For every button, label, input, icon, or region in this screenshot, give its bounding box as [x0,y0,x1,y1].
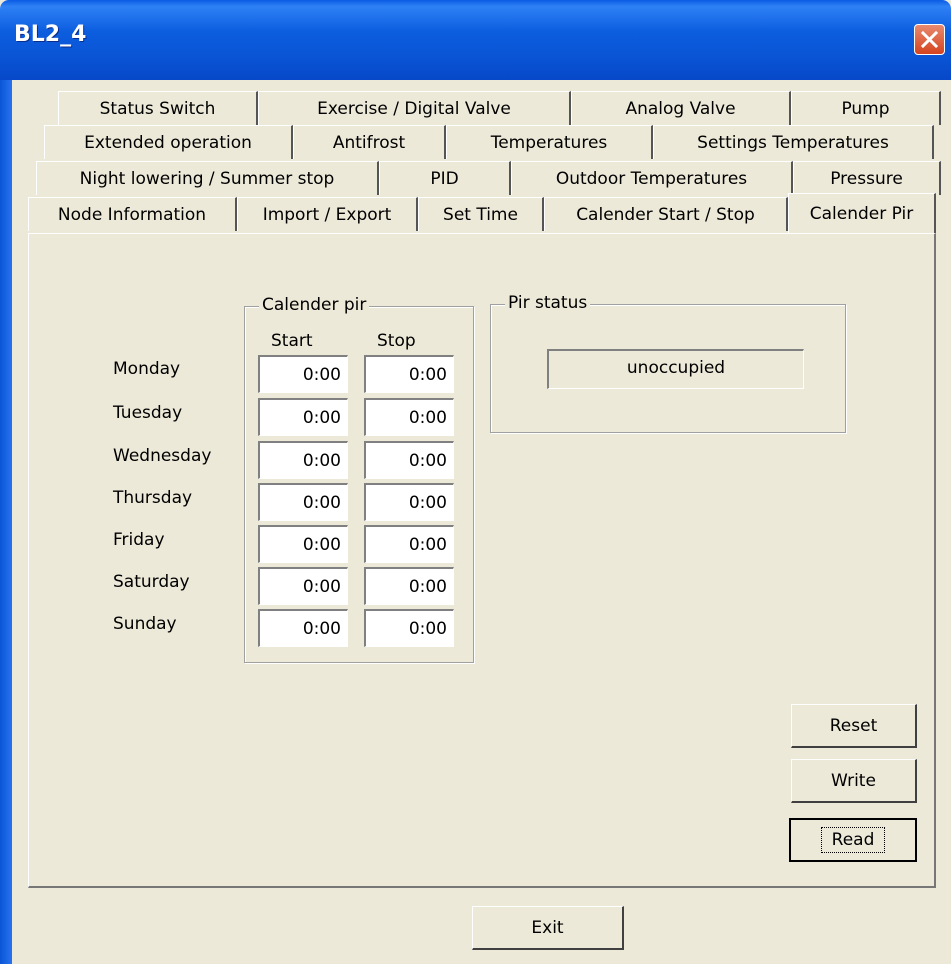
tab-label: Calender Start / Stop [576,204,755,225]
tab-extended-operation[interactable]: Extended operation [44,125,293,159]
tuesday-stop-input[interactable]: 0:00 [364,398,454,436]
day-label-thursday: Thursday [113,488,193,508]
saturday-start-input[interactable]: 0:00 [258,567,348,605]
monday-start-input[interactable]: 0:00 [258,355,348,393]
read-button[interactable]: Read [789,818,917,862]
tab-pid[interactable]: PID [379,161,511,195]
stop-column-label: Stop [377,331,416,351]
tab-label: Outdoor Temperatures [555,168,748,189]
write-button[interactable]: Write [791,759,917,803]
tab-label: Temperatures [490,132,608,153]
wednesday-start-input[interactable]: 0:00 [258,441,348,479]
day-label-sunday: Sunday [113,614,177,634]
tab-label: Analog Valve [625,98,736,119]
calender-pir-group-label: Calender pir [259,295,370,315]
tab-node-information[interactable]: Node Information [28,197,237,231]
exit-button-label: Exit [531,917,564,938]
tab-calender-pir[interactable]: Calender Pir [788,193,936,233]
tab-row-3: Night lowering / Summer stop PID Outdoor… [0,161,951,195]
tuesday-start-input[interactable]: 0:00 [258,398,348,436]
tab-label: Pressure [830,168,903,189]
dialog-window: BL2_4 Status Switch Exercise / Digital V… [0,0,951,964]
tab-label: Pump [841,98,890,119]
tab-label: Import / Export [262,204,392,225]
day-label-wednesday: Wednesday [113,446,212,466]
tab-row-2: Extended operation Antifrost Temperature… [0,125,951,159]
tab-label: Night lowering / Summer stop [79,168,335,189]
monday-stop-input[interactable]: 0:00 [364,355,454,393]
friday-start-input[interactable]: 0:00 [258,525,348,563]
tab-calender-start-stop[interactable]: Calender Start / Stop [544,197,788,231]
tab-settings-temperatures[interactable]: Settings Temperatures [653,125,934,159]
read-button-label: Read [820,827,886,853]
window-title: BL2_4 [14,22,87,47]
tab-temperatures[interactable]: Temperatures [446,125,653,159]
tab-night-lowering-summer-stop[interactable]: Night lowering / Summer stop [36,161,379,195]
pir-status-value: unoccupied [547,349,804,389]
tab-import-export[interactable]: Import / Export [237,197,418,231]
day-label-saturday: Saturday [113,572,190,592]
tab-exercise-digital-valve[interactable]: Exercise / Digital Valve [258,91,571,125]
tab-label: Set Time [443,204,518,225]
tab-label: Exercise / Digital Valve [317,98,511,119]
tab-label: Status Switch [99,98,216,119]
close-button[interactable] [914,24,945,55]
tab-label: Calender Pir [809,203,914,224]
tab-label: Node Information [57,204,207,225]
day-label-monday: Monday [113,359,181,379]
title-bar[interactable]: BL2_4 [0,0,951,80]
exit-button[interactable]: Exit [472,906,624,950]
reset-button[interactable]: Reset [791,704,917,748]
tab-outdoor-temperatures[interactable]: Outdoor Temperatures [511,161,793,195]
write-button-label: Write [831,770,876,791]
tab-status-switch[interactable]: Status Switch [58,91,258,125]
tab-row-1: Status Switch Exercise / Digital Valve A… [0,91,951,125]
day-label-friday: Friday [113,530,165,550]
saturday-stop-input[interactable]: 0:00 [364,567,454,605]
reset-button-label: Reset [829,715,878,736]
tab-row-4: Node Information Import / Export Set Tim… [0,193,951,233]
tab-analog-valve[interactable]: Analog Valve [571,91,791,125]
day-label-tuesday: Tuesday [113,403,183,423]
tab-pump[interactable]: Pump [791,91,941,125]
tab-label: Extended operation [84,132,252,153]
start-column-label: Start [271,331,313,351]
tab-pressure[interactable]: Pressure [793,161,941,195]
pir-status-group-label: Pir status [505,293,591,313]
tab-label: Antifrost [332,132,406,153]
tab-set-time[interactable]: Set Time [418,197,544,231]
tab-label: PID [430,168,459,189]
wednesday-stop-input[interactable]: 0:00 [364,441,454,479]
thursday-start-input[interactable]: 0:00 [258,483,348,521]
tab-antifrost[interactable]: Antifrost [293,125,446,159]
friday-stop-input[interactable]: 0:00 [364,525,454,563]
sunday-start-input[interactable]: 0:00 [258,609,348,647]
sunday-stop-input[interactable]: 0:00 [364,609,454,647]
tab-label: Settings Temperatures [697,132,889,153]
thursday-stop-input[interactable]: 0:00 [364,483,454,521]
close-icon [920,30,939,49]
